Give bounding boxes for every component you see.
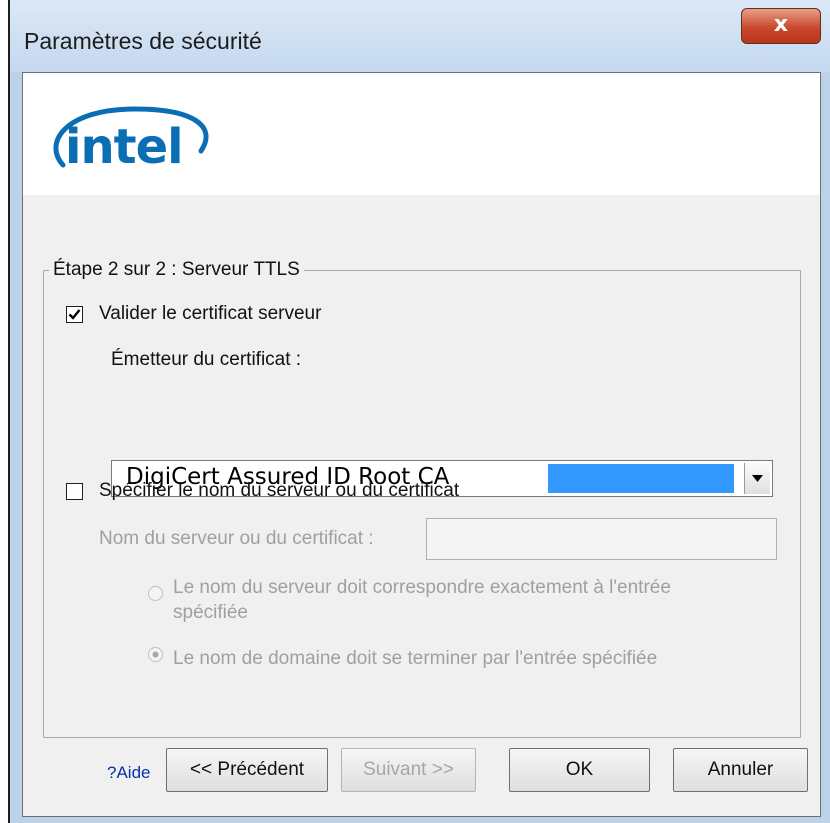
ok-button[interactable]: OK xyxy=(509,748,650,792)
server-name-input[interactable] xyxy=(426,518,777,560)
radio-exact-match[interactable] xyxy=(147,585,164,602)
dialog-window: Paramètres de sécurité x intel Étape 2 s… xyxy=(8,0,830,823)
title-bar[interactable]: Paramètres de sécurité x xyxy=(10,0,830,72)
domain-suffix-label: Le nom de domaine doit se terminer par l… xyxy=(173,648,658,669)
server-name-label: Nom du serveur ou du certificat : xyxy=(99,528,374,549)
checkmark-icon xyxy=(68,309,81,320)
selection-highlight xyxy=(548,464,734,493)
specify-server-label[interactable]: Spécifier le nom du serveur ou du certif… xyxy=(99,480,459,502)
svg-text:intel: intel xyxy=(65,119,183,175)
dropdown-arrow-button[interactable] xyxy=(744,463,770,494)
specify-server-checkbox[interactable] xyxy=(66,483,83,500)
exact-match-label: Le nom du serveur doit correspondre exac… xyxy=(173,577,671,598)
previous-button[interactable]: << Précédent xyxy=(166,748,328,792)
window-title: Paramètres de sécurité xyxy=(24,28,262,54)
validate-cert-checkbox[interactable] xyxy=(66,306,83,323)
help-link[interactable]: ?Aide xyxy=(107,763,150,783)
close-icon: x xyxy=(773,12,789,37)
next-button[interactable]: Suivant >> xyxy=(341,748,476,792)
group-legend: Étape 2 sur 2 : Serveur TTLS xyxy=(49,259,304,281)
exact-match-label-cont: spécifiée xyxy=(173,602,248,623)
issuer-label: Émetteur du certificat : xyxy=(111,349,302,370)
close-button[interactable]: x xyxy=(741,8,821,44)
logo-banner: intel xyxy=(23,73,820,195)
chevron-down-icon xyxy=(752,475,763,482)
radio-domain-suffix[interactable] xyxy=(147,646,164,663)
intel-logo: intel xyxy=(53,106,209,175)
validate-cert-label[interactable]: Valider le certificat serveur xyxy=(99,303,321,325)
cancel-button[interactable]: Annuler xyxy=(673,748,808,792)
dialog-client-area: intel Étape 2 sur 2 : Serveur TTLS Valid… xyxy=(22,72,821,817)
